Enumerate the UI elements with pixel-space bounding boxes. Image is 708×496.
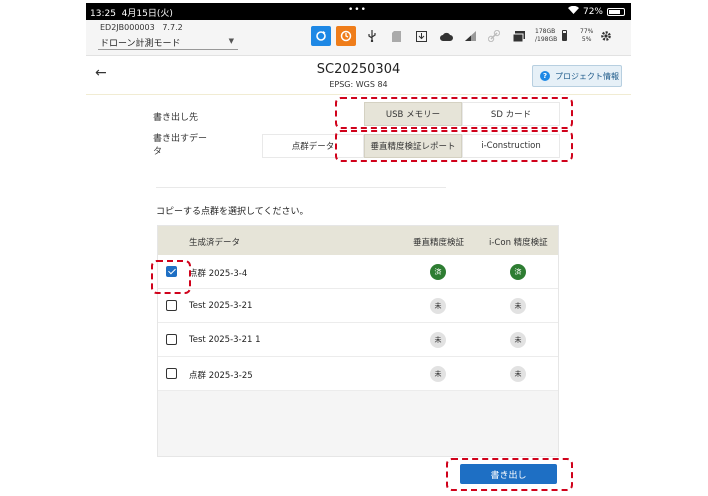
destination-label: 書き出し先: [153, 113, 199, 123]
divider: [156, 187, 446, 188]
row-name: 点群 2025-3-4: [189, 269, 248, 279]
col-vertical-check: 垂直精度検証: [413, 238, 465, 248]
vertical-status-badge: 済: [430, 264, 446, 280]
device-battery-icon: [562, 30, 567, 41]
highlight-checkbox: [151, 260, 191, 294]
signal-icon: [460, 26, 480, 46]
status-bar: 13:25 4月15日(火) ••• 72%: [86, 3, 631, 20]
vertical-status-badge: 未: [430, 366, 446, 382]
cloud-icon[interactable]: [436, 26, 456, 46]
battery-percent: 72%: [582, 6, 603, 17]
mode-select-value: ドローン計測モード: [100, 39, 181, 49]
data-type-label: 書き出すデー タ: [153, 134, 208, 157]
row-name: Test 2025-3-21: [189, 301, 253, 311]
highlight-data-type: [335, 130, 573, 162]
table-row[interactable]: 点群 2025-3-25 未 未: [158, 357, 558, 391]
vertical-status-badge: 未: [430, 332, 446, 348]
col-icon-check: i-Con 精度検証: [489, 238, 548, 248]
icon-status-badge: 未: [510, 332, 526, 348]
timer-icon[interactable]: [336, 26, 356, 46]
help-icon: ?: [540, 71, 550, 81]
row-checkbox[interactable]: [166, 334, 177, 345]
project-info-button[interactable]: ? プロジェクト情報: [532, 65, 622, 87]
row-checkbox[interactable]: [166, 368, 177, 379]
instruction-text: コピーする点群を選択してください。: [156, 207, 309, 217]
vertical-status-badge: 未: [430, 298, 446, 314]
wifi-icon: [567, 5, 579, 17]
table-row[interactable]: Test 2025-3-21 未 未: [158, 289, 558, 323]
battery-icon: [607, 7, 625, 16]
battery-readout: 77% 5%: [580, 28, 594, 43]
row-checkbox[interactable]: [166, 300, 177, 311]
download-icon[interactable]: [411, 26, 431, 46]
icon-status-badge: 済: [510, 264, 526, 280]
sync-icon[interactable]: [311, 26, 331, 46]
page-header: ← SC20250304 EPSG: WGS 84 ? プロジェクト情報: [86, 57, 631, 95]
table-header: 生成済データ 垂直精度検証 i-Con 精度検証: [158, 226, 558, 255]
icon-status-badge: 未: [510, 366, 526, 382]
sd-card-icon[interactable]: [386, 26, 406, 46]
multitask-dots[interactable]: •••: [348, 5, 367, 15]
app-toolbar: ED2JB000003 7.7.2 ドローン計測モード ▼ 178GB /198…: [86, 20, 631, 56]
chevron-down-icon: ▼: [228, 37, 234, 45]
storage-readout: 178GB /198GB: [535, 28, 558, 43]
gear-icon[interactable]: [596, 26, 616, 46]
highlight-destination: [335, 97, 573, 129]
project-info-label: プロジェクト情報: [555, 71, 619, 81]
icon-status-badge: 未: [510, 298, 526, 314]
row-name: 点群 2025-3-25: [189, 371, 253, 381]
col-generated-data: 生成済データ: [189, 238, 241, 248]
usb-icon[interactable]: [362, 26, 382, 46]
status-time: 13:25 4月15日(火): [90, 9, 173, 19]
device-info: ED2JB000003 7.7.2: [100, 23, 183, 32]
table-row[interactable]: Test 2025-3-21 1 未 未: [158, 323, 558, 357]
mode-select[interactable]: ドローン計測モード ▼: [98, 34, 238, 50]
pointcloud-table: 生成済データ 垂直精度検証 i-Con 精度検証 点群 2025-3-4 済 済…: [157, 225, 559, 457]
tablet-screen: 13:25 4月15日(火) ••• 72% ED2JB000003 7.7.2…: [86, 3, 631, 493]
folders-icon[interactable]: [509, 26, 529, 46]
row-name: Test 2025-3-21 1: [189, 335, 261, 345]
table-row[interactable]: 点群 2025-3-4 済 済: [158, 255, 558, 289]
link-icon[interactable]: [484, 26, 504, 46]
highlight-export-button: [446, 458, 573, 491]
